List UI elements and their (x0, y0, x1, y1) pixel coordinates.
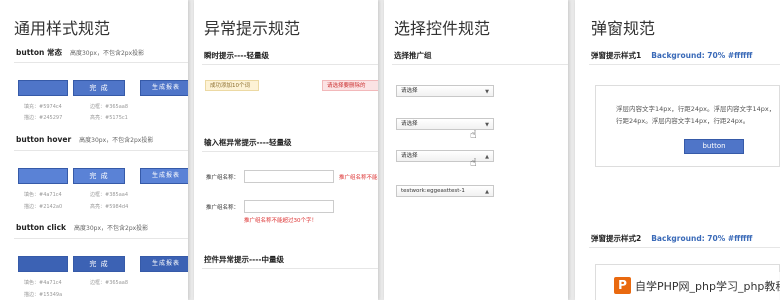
spec-text: 描边：#245297 (24, 115, 63, 121)
section-note: 高度30px，不包含2px投影 (74, 225, 149, 232)
done-button-normal[interactable]: 完 成 (73, 80, 125, 96)
dialog-button[interactable]: button (684, 139, 744, 154)
ad-group-select-selected[interactable]: testwork:eggeasttest-1 ▲ (396, 185, 494, 197)
dialog-text: 行距24px。浮层内容文字14px，行距24px。 (616, 117, 750, 125)
section-label: button 常态 (16, 48, 62, 57)
section-dialog-style-1: 弹窗提示样式1 Background: 70% #ffffff (591, 50, 752, 61)
panel-select-controls: 选择控件规范 选择推广组 请选择 ▼ 请选择 ▼ ☝ 请选择 ▲ ☝ testw… (384, 0, 568, 300)
generate-report-button-hover[interactable]: 生成报表 (140, 168, 188, 184)
divider (202, 268, 378, 269)
section-label: 输入框异常提示----轻量级 (204, 138, 292, 147)
success-tip: 成功添加10个词 (205, 80, 259, 91)
section-button-hover: button hover 高度30px，不包含2px投影 (16, 135, 153, 144)
divider (14, 62, 188, 63)
spec-text: 填充：#5974c4 (24, 104, 62, 110)
ad-group-name-input[interactable] (244, 170, 334, 183)
select-value: 请选择 (401, 153, 418, 159)
section-button-normal: button 常态 高度30px，不包含2px投影 (16, 47, 144, 58)
spec-text: 描边：#2142a0 (24, 204, 63, 210)
panel-title: 通用样式规范 (14, 19, 111, 38)
spec-text: 描边：#15349a (24, 292, 63, 298)
select-value: 请选择 (401, 88, 418, 94)
spec-text: 边框：#365aa8 (90, 280, 129, 286)
panel-exception-tips: 异常提示规范 瞬时提示----轻量级 成功添加10个词 请选择要删除的 输入框异… (194, 0, 378, 300)
chevron-down-icon: ▼ (485, 89, 489, 95)
divider (589, 64, 780, 65)
field-error: 推广组名称不能 (339, 175, 378, 181)
divider (14, 238, 188, 239)
panel-title: 异常提示规范 (204, 19, 301, 38)
select-value: 请选择 (401, 121, 418, 127)
field-error: 推广组名称不能超过30个字！ (244, 218, 317, 224)
panel-title: 弹窗规范 (591, 19, 656, 38)
spec-text: 高亮：#5175c1 (90, 115, 128, 121)
done-button-click[interactable]: 完 成 (73, 256, 125, 272)
section-note: 高度30px，不包含2px投影 (79, 137, 154, 144)
dialog-text: 浮层内容文字14px，行距24px。浮层内容文字14px， (616, 105, 776, 113)
field-label: 推广组名称： (206, 205, 240, 211)
divider (14, 150, 188, 151)
section-dialog-style-2: 弹窗提示样式2 Background: 70% #ffffff (591, 233, 752, 244)
section-label: 弹窗提示样式2 (591, 234, 642, 243)
select-value: testwork:eggeasttest-1 (401, 188, 465, 194)
hand-cursor-icon: ☝ (470, 156, 477, 169)
section-label: 选择推广组 (394, 51, 432, 60)
section-label: 弹窗提示样式1 (591, 51, 642, 60)
dialog-sample: 浮层内容文字14px，行距24px。浮层内容文字14px， 行距24px。浮层内… (595, 85, 780, 167)
section-label: 瞬时提示----轻量级 (204, 51, 269, 60)
background-info: Background: 70% #ffffff (651, 234, 753, 243)
divider (202, 151, 378, 152)
done-button-hover[interactable]: 完 成 (73, 168, 125, 184)
watermark-text: 自学PHP网_php学习_php教程 (635, 280, 780, 293)
chevron-up-icon: ▲ (485, 154, 489, 160)
section-button-click: button click 高度30px，不包含2px投影 (16, 223, 148, 232)
panel-common-style: 通用样式规范 button 常态 高度30px，不包含2px投影 完 成 生成报表… (0, 0, 188, 300)
panel-dialog-spec: 弹窗规范 弹窗提示样式1 Background: 70% #ffffff 浮层内容… (575, 0, 780, 300)
background-info: Background: 70% #ffffff (651, 51, 753, 60)
divider (202, 64, 378, 65)
ad-group-select[interactable]: 请选择 ▼ (396, 85, 494, 97)
spec-text: 边框：#385aa4 (90, 192, 129, 198)
spec-text: 高亮：#5984d4 (90, 204, 129, 210)
spec-text: 填色：#4a71c4 (24, 280, 62, 286)
spec-text: 填色：#4a71c4 (24, 192, 62, 198)
ad-group-select-open[interactable]: 请选择 ▲ (396, 150, 494, 162)
section-label: 控件异常提示----中量级 (204, 255, 284, 264)
field-label: 推广组名称： (206, 175, 240, 181)
section-label: button hover (16, 135, 72, 144)
button-sample-hover[interactable] (18, 168, 68, 184)
ad-group-name-input[interactable] (244, 200, 334, 213)
section-label: button click (16, 223, 67, 232)
button-sample-normal[interactable] (18, 80, 68, 96)
ad-group-select-hover[interactable]: 请选择 ▼ (396, 118, 494, 130)
section-note: 高度30px，不包含2px投影 (69, 50, 145, 57)
generate-report-button-click[interactable]: 生成报表 (140, 256, 188, 272)
button-sample-click[interactable] (18, 256, 68, 272)
chevron-down-icon: ▼ (485, 122, 489, 128)
spec-text: 边框：#365aa8 (90, 104, 129, 110)
hand-cursor-icon: ☝ (470, 128, 477, 141)
error-tip: 请选择要删除的 (322, 80, 378, 91)
divider (392, 64, 568, 65)
divider (589, 247, 780, 248)
panel-title: 选择控件规范 (394, 19, 491, 38)
site-watermark: P 自学PHP网_php学习_php教程 (610, 272, 780, 300)
php-logo-icon: P (614, 277, 631, 294)
chevron-up-icon: ▲ (485, 189, 489, 195)
generate-report-button-normal[interactable]: 生成报表 (140, 80, 188, 96)
